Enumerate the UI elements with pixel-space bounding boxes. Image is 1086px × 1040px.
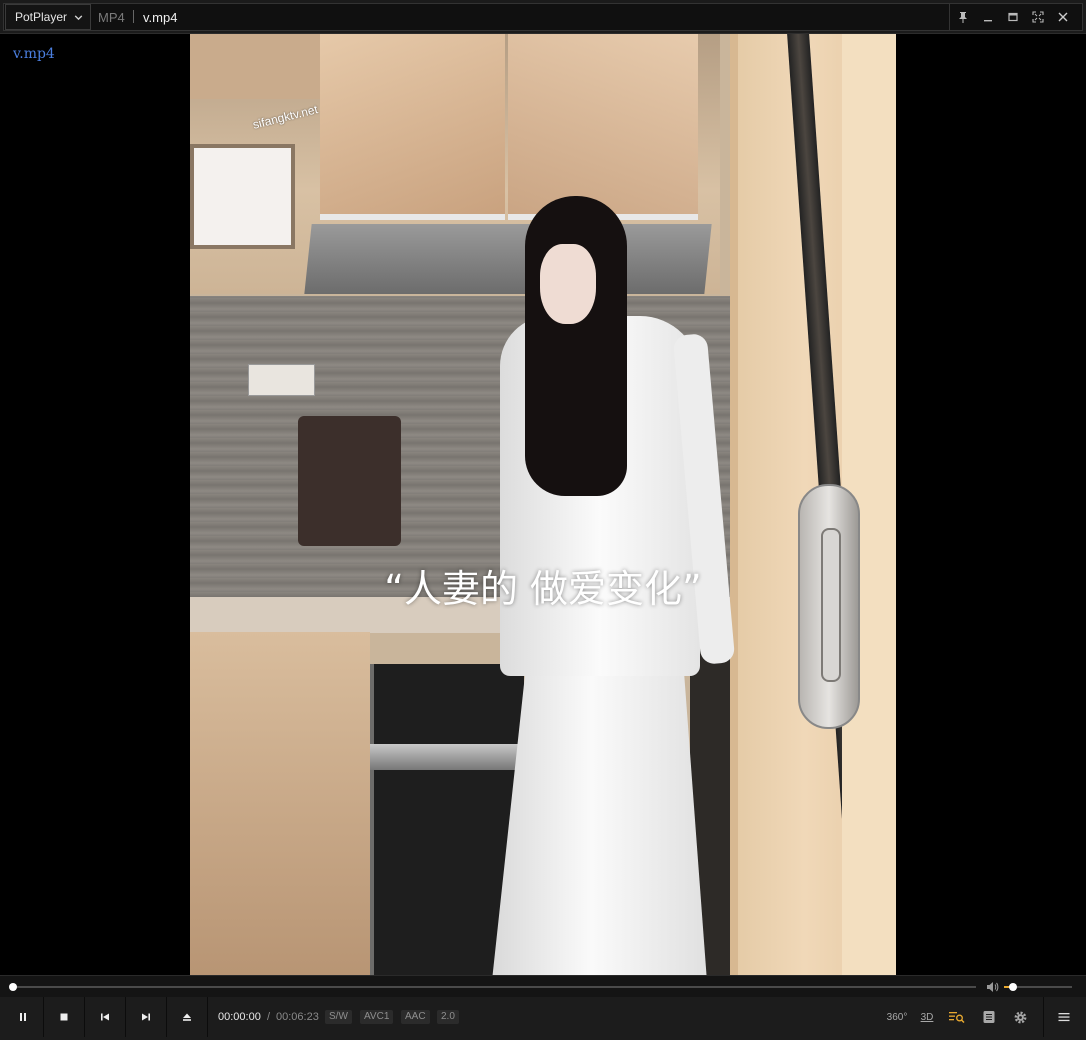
close-button[interactable] [1050,4,1075,30]
chapter-button[interactable] [978,1007,1000,1027]
channels-badge[interactable]: 2.0 [437,1010,459,1024]
minimize-icon [983,20,992,22]
window-title: v.mp4 [143,10,178,25]
video-codec-badge[interactable]: AVC1 [360,1010,394,1024]
close-icon [1058,12,1067,22]
vr-360-label: 360° [886,1011,908,1023]
maximize-button[interactable] [1000,4,1025,30]
decoder-badge[interactable]: S/W [325,1010,352,1024]
minimize-button[interactable] [975,4,1000,30]
video-figure-face [540,244,596,324]
seek-bar [0,975,1086,997]
format-label: MP4 [98,10,125,25]
video-oven-handle [370,744,520,770]
video-caption: “人妻的 做爱变化” [384,567,702,611]
volume-icon[interactable] [985,980,999,994]
total-duration: 00:06:23 [276,1011,319,1023]
playlist-button[interactable] [946,1007,968,1027]
current-time: 00:00:00 [218,1011,261,1023]
next-button[interactable] [126,997,167,1037]
eject-button[interactable] [167,997,208,1037]
3d-button[interactable]: 3D [915,1007,939,1027]
video-cabinet-left [190,34,326,99]
settings-icon [1014,1011,1026,1023]
pin-button[interactable] [950,4,975,30]
chapter-icon [983,1011,995,1023]
app-menu-label: PotPlayer [15,10,68,24]
video-cabinet [508,34,698,220]
main-menu-button[interactable] [1043,997,1084,1037]
3d-label: 3D [920,1011,934,1023]
menu-icon [1058,1013,1070,1022]
stop-icon [60,1013,68,1021]
title-bar: PotPlayer MP4 v.mp4 [0,0,1086,34]
audio-codec-badge[interactable]: AAC [401,1010,430,1024]
fullscreen-icon [1031,11,1044,23]
video-socket [248,364,315,396]
stop-button[interactable] [44,997,85,1037]
video-range-hood [304,224,712,294]
next-icon [142,1013,150,1021]
video-cabinet [320,34,505,220]
previous-button[interactable] [85,997,126,1037]
pin-icon [958,12,967,23]
seek-track[interactable] [12,986,976,988]
maximize-icon [1007,12,1018,22]
previous-icon [101,1013,109,1021]
fullscreen-button[interactable] [1025,4,1050,30]
video-microwave [190,144,295,249]
title-separator [133,10,134,23]
vr-360-button[interactable]: 360° [884,1007,910,1027]
pause-icon [20,1013,26,1021]
osd-filename: v.mp4 [13,46,55,62]
pause-button[interactable] [3,997,44,1037]
chevron-down-icon [74,14,83,20]
playlist-search-icon [949,1012,965,1024]
video-figure-hair [525,196,627,496]
volume-handle[interactable] [1009,983,1017,991]
video-cutting-board [298,416,401,546]
settings-button[interactable] [1009,1007,1031,1027]
video-frame[interactable]: sifangktv.net “人妻的 做爱变化” [190,34,896,975]
window-controls [949,4,1079,30]
time-separator: / [267,1011,271,1023]
eject-icon [183,1013,191,1021]
control-bar: 00:00:00 / 00:06:23 S/W AVC1 AAC 2.0 360… [0,997,1086,1040]
app-menu-button[interactable]: PotPlayer [5,4,91,30]
seek-handle[interactable] [9,983,17,991]
video-lower-cabinet [190,632,370,975]
